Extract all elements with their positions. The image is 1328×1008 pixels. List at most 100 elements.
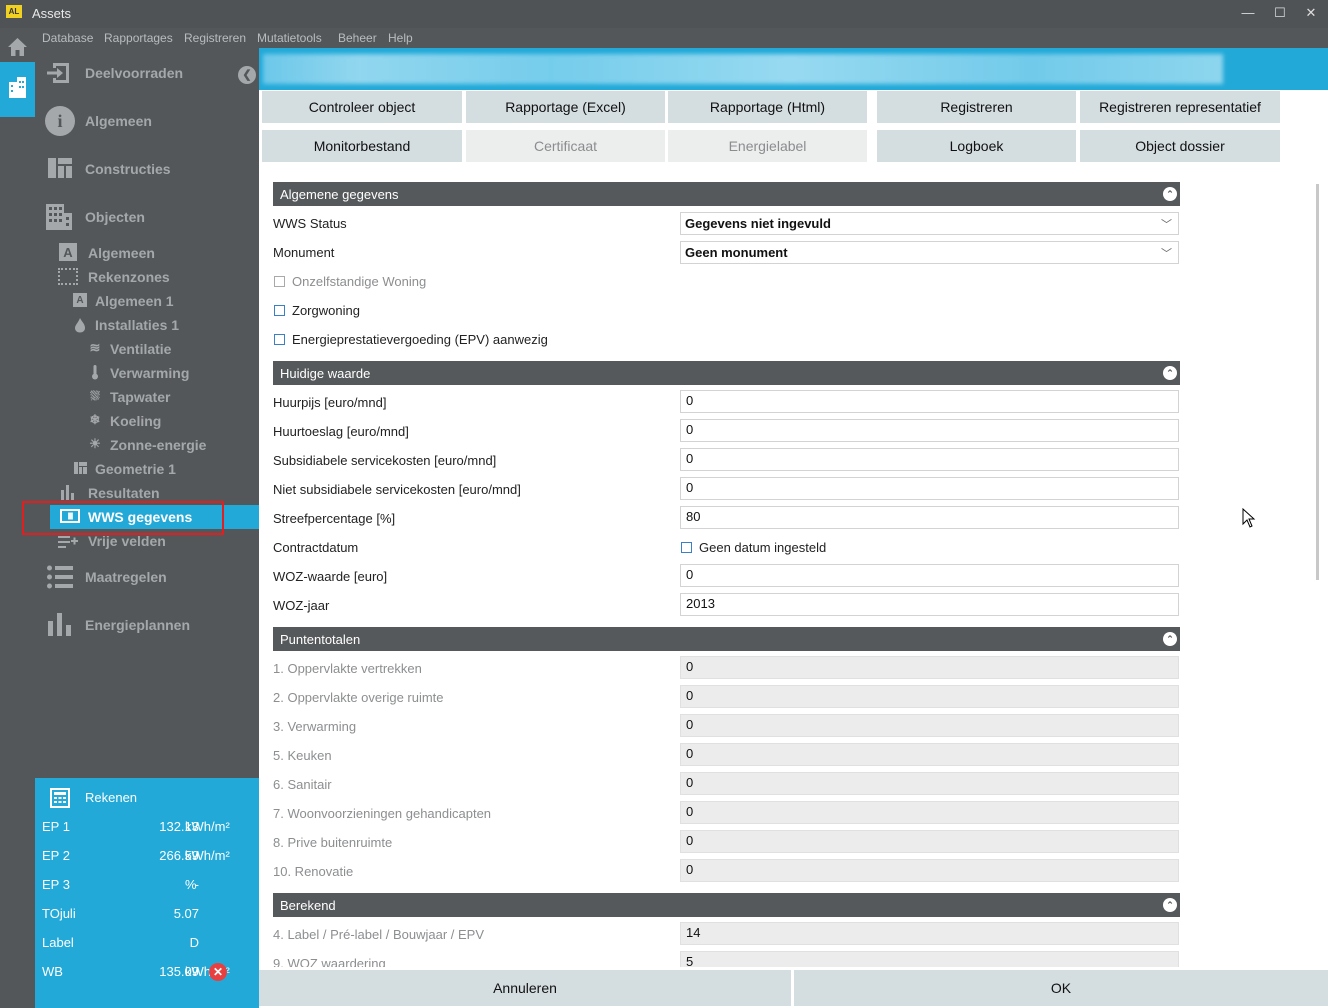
geometry-icon <box>74 462 87 474</box>
section-algemene-gegevens[interactable]: Algemene gegevens ⌃ <box>273 182 1180 206</box>
home-button[interactable] <box>0 32 35 60</box>
registreren-representatief-button[interactable]: Registreren representatief <box>1080 91 1280 123</box>
collapse-up-icon[interactable]: ⌃ <box>1163 632 1177 646</box>
field-label: 3. Verwarming <box>273 719 357 734</box>
menu-mutatietools[interactable]: Mutatietools <box>257 31 322 45</box>
nav-koeling[interactable]: ❄ Koeling <box>35 409 259 433</box>
calc-row: EP 3-% <box>42 877 199 892</box>
energielabel-button: Energielabel <box>668 130 867 162</box>
monitorbestand-button[interactable]: Monitorbestand <box>262 130 462 162</box>
nav-geometrie-1[interactable]: Geometrie 1 <box>35 457 259 481</box>
field-label: 6. Sanitair <box>273 777 332 792</box>
mouse-cursor-icon <box>1242 508 1256 528</box>
rekenzones-icon <box>58 268 78 285</box>
error-icon[interactable]: ✕ <box>209 963 227 981</box>
building-icon <box>45 203 73 231</box>
subsidiabele-servicekosten-input[interactable]: 0 <box>680 448 1179 471</box>
menu-help[interactable]: Help <box>388 31 413 45</box>
huurprijs-input[interactable]: 0 <box>680 390 1179 413</box>
field-label: Huurtoeslag [euro/mnd] <box>273 424 409 439</box>
buildings-button[interactable] <box>0 62 35 117</box>
nav-algemeen[interactable]: i Algemeen <box>35 106 259 136</box>
home-icon <box>8 38 27 56</box>
clipped-row: 9. WOZ waardering 5 <box>259 950 1316 967</box>
huurtoeslag-input[interactable]: 0 <box>680 419 1179 442</box>
nav-constructies[interactable]: Constructies <box>35 157 259 181</box>
field-label: 5. Keuken <box>273 748 332 763</box>
nav-tapwater[interactable]: ⛆ Tapwater <box>35 385 259 409</box>
field-label: Subsidiabele servicekosten [euro/mnd] <box>273 453 497 468</box>
monument-select[interactable]: Geen monument ﹀ <box>680 241 1179 264</box>
field-label: 9. WOZ waardering <box>273 956 386 967</box>
cancel-button[interactable]: Annuleren <box>259 970 791 1006</box>
field-label: 2. Oppervlakte overige ruimte <box>273 690 444 705</box>
nav-energieplannen[interactable]: Energieplannen <box>35 613 259 637</box>
menu-database[interactable]: Database <box>42 31 93 45</box>
menu-rapportages[interactable]: Rapportages <box>104 31 173 45</box>
calc-row: TOjuli 5.07 <box>42 906 199 921</box>
calc-row: Label D <box>42 935 199 950</box>
readonly-field: 0 <box>680 830 1179 853</box>
certificaat-button: Certificaat <box>466 130 665 162</box>
streefpercentage-input[interactable]: 80 <box>680 506 1179 529</box>
woz-jaar-input[interactable]: 2013 <box>680 593 1179 616</box>
nav-algemeen-1[interactable]: A Algemeen 1 <box>35 289 259 313</box>
thermometer-icon <box>90 364 100 380</box>
ventilation-icon: ≋ <box>89 340 101 355</box>
contractdatum-checkbox[interactable] <box>681 542 692 553</box>
readonly-field: 14 <box>680 922 1179 945</box>
woz-waarde-input[interactable]: 0 <box>680 564 1179 587</box>
field-label: 7. Woonvoorzieningen gehandicapten <box>273 806 492 821</box>
shower-icon: ⛆ <box>90 388 100 403</box>
zorgwoning-checkbox[interactable] <box>274 305 285 316</box>
collapse-up-icon[interactable]: ⌃ <box>1163 898 1177 912</box>
nav-object-algemeen[interactable]: A Algemeen <box>35 241 259 265</box>
chevron-down-icon: ﹀ <box>1161 248 1172 260</box>
field-label: 4. Label / Pré-label / Bouwjaar / EPV <box>273 927 485 942</box>
section-huidige-waarde[interactable]: Huidige waarde ⌃ <box>273 361 1180 385</box>
rapportage-html-button[interactable]: Rapportage (Html) <box>668 91 867 123</box>
readonly-field: 0 <box>680 801 1179 824</box>
field-label: 1. Oppervlakte vertrekken <box>273 661 422 676</box>
controleer-object-button[interactable]: Controleer object <box>262 91 462 123</box>
ok-button[interactable]: OK <box>794 970 1328 1006</box>
menu-bar: Database Rapportages Registreren Mutatie… <box>35 28 1328 48</box>
menu-registreren[interactable]: Registreren <box>184 31 246 45</box>
field-label: Contractdatum <box>273 540 359 555</box>
field-label: Monument <box>273 245 335 260</box>
readonly-field: 0 <box>680 772 1179 795</box>
calculator-icon <box>50 788 70 808</box>
scrollbar-thumb[interactable] <box>1316 184 1319 580</box>
object-dossier-button[interactable]: Object dossier <box>1080 130 1280 162</box>
readonly-field: 0 <box>680 859 1179 882</box>
collapse-sidebar-button[interactable]: ❮ <box>238 66 256 84</box>
section-berekend[interactable]: Berekend ⌃ <box>273 893 1180 917</box>
chevron-left-icon: ❮ <box>242 69 252 81</box>
nav-zonne-energie[interactable]: ☀ Zonne-energie <box>35 433 259 457</box>
checkbox-label: Zorgwoning <box>292 303 360 318</box>
niet-subsidiabele-servicekosten-input[interactable]: 0 <box>680 477 1179 500</box>
nav-ventilatie[interactable]: ≋ Ventilatie <box>35 337 259 361</box>
nav-installaties-1[interactable]: Installaties 1 <box>35 313 259 337</box>
section-puntentotalen[interactable]: Puntentotalen ⌃ <box>273 627 1180 651</box>
epv-checkbox[interactable] <box>274 334 285 345</box>
collapse-up-icon[interactable]: ⌃ <box>1163 366 1177 380</box>
nav-maatregelen[interactable]: Maatregelen <box>35 565 259 589</box>
menu-beheer[interactable]: Beheer <box>338 31 377 45</box>
nav-verwarming[interactable]: Verwarming <box>35 361 259 385</box>
nav-deelvoorraden[interactable]: Deelvoorraden <box>35 61 259 85</box>
registreren-button[interactable]: Registreren <box>877 91 1076 123</box>
field-label: WWS Status <box>273 216 347 231</box>
maximize-button[interactable]: ☐ <box>1266 3 1294 23</box>
nav-objecten[interactable]: Objecten <box>35 203 259 231</box>
field-label: 10. Renovatie <box>273 864 354 879</box>
collapse-up-icon[interactable]: ⌃ <box>1163 187 1177 201</box>
rapportage-excel-button[interactable]: Rapportage (Excel) <box>466 91 665 123</box>
minimize-button[interactable]: — <box>1234 3 1262 23</box>
wws-status-select[interactable]: Gegevens niet ingevuld ﹀ <box>680 212 1179 235</box>
buildings-icon <box>9 77 26 98</box>
nav-rekenzones[interactable]: Rekenzones <box>35 265 259 289</box>
close-button[interactable]: ✕ <box>1297 3 1325 23</box>
logboek-button[interactable]: Logboek <box>877 130 1076 162</box>
field-label: 8. Prive buitenruimte <box>273 835 393 850</box>
